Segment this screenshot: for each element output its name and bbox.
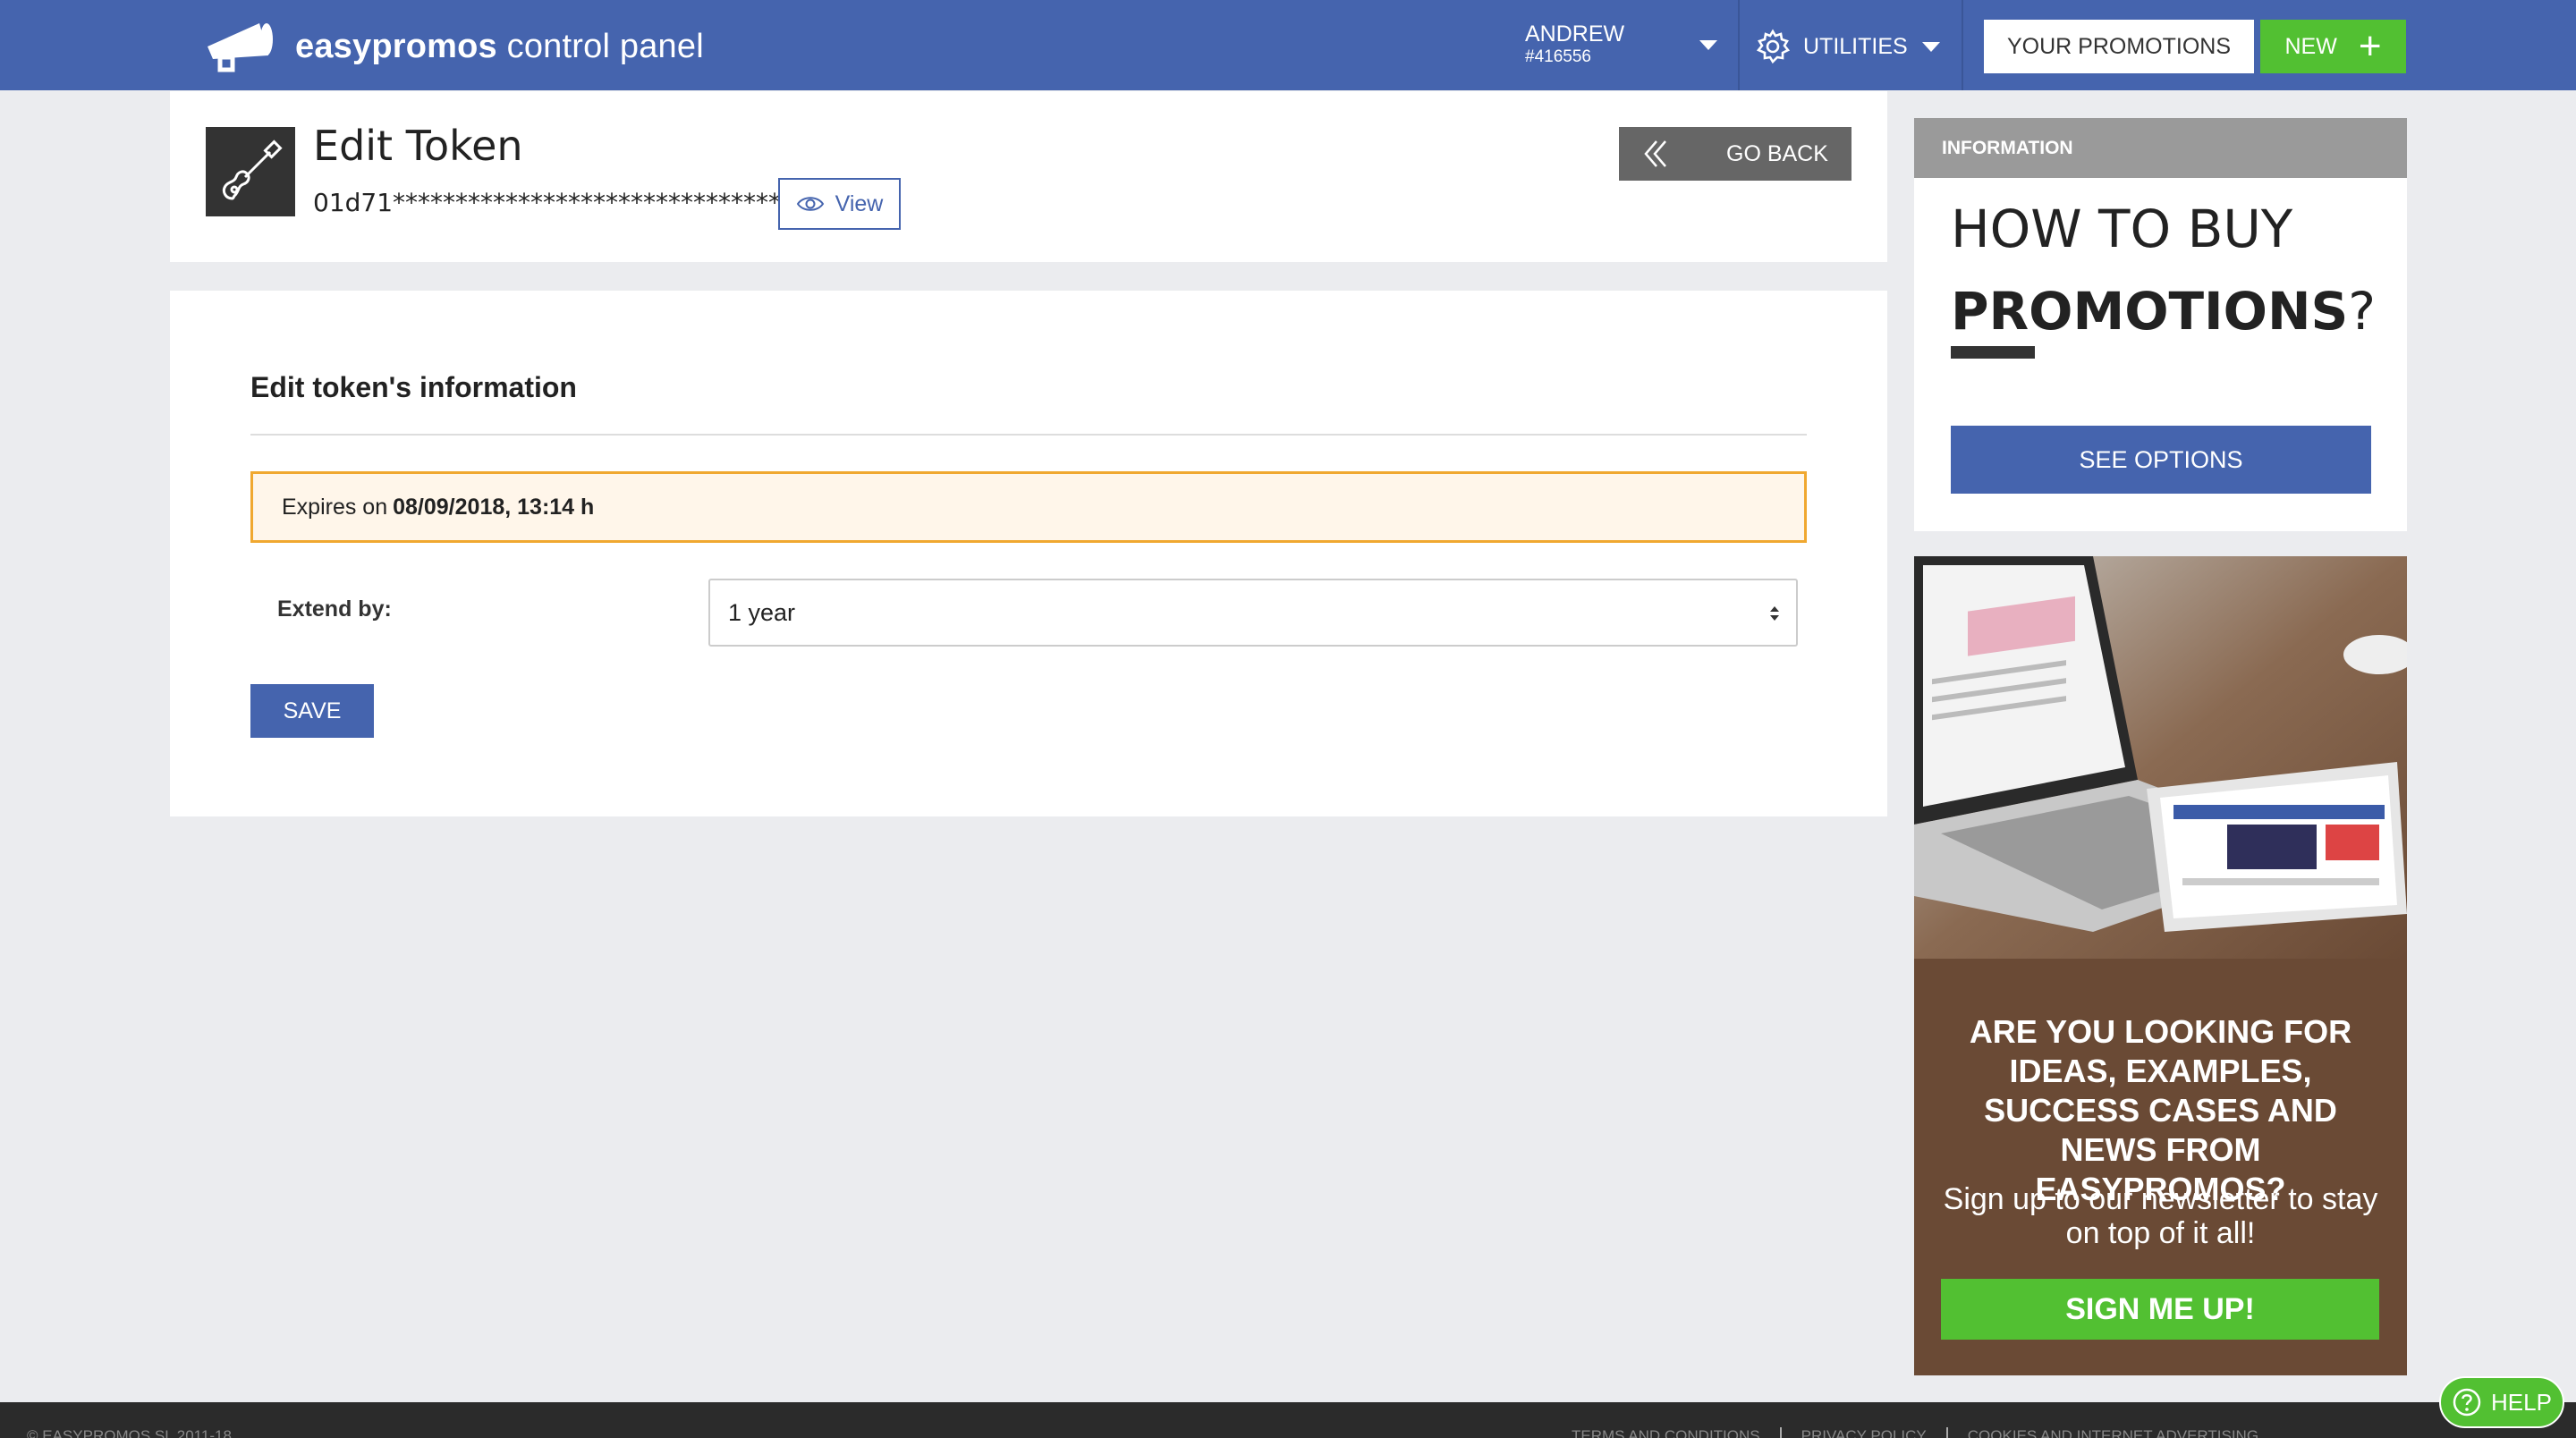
- token-value: 01d71*******************************: [313, 188, 782, 217]
- footer-copyright: © EASYPROMOS SL 2011-18: [27, 1427, 232, 1438]
- form-divider: [250, 434, 1807, 436]
- double-chevron-left-icon: [1644, 140, 1666, 167]
- footer-link-cookies[interactable]: COOKIES AND INTERNET ADVERTISING: [1945, 1427, 2278, 1438]
- gear-icon: [1756, 29, 1791, 64]
- page-title: Edit Token: [313, 122, 523, 170]
- caret-down-icon[interactable]: [1699, 40, 1717, 50]
- help-circle-icon: [2453, 1388, 2481, 1417]
- laptop-tablet-image: [1914, 556, 2407, 959]
- nav-divider: [1738, 0, 1740, 90]
- guitar-icon: [206, 127, 295, 216]
- token-header-card: Edit Token 01d71************************…: [170, 91, 1887, 262]
- top-navigation-bar: easypromos control panel ANDREW #416556 …: [0, 0, 2576, 90]
- footer-link-terms[interactable]: TERMS AND CONDITIONS: [1552, 1427, 1780, 1438]
- view-label: View: [835, 190, 884, 216]
- new-label: NEW: [2284, 33, 2337, 59]
- user-id: #416556: [1525, 47, 1591, 66]
- newsletter-promo-card: ARE YOU LOOKING FOR IDEAS, EXAMPLES, SUC…: [1914, 556, 2407, 1375]
- edit-token-form-card: Edit token's information Expires on 08/0…: [170, 291, 1887, 816]
- promo-subtext: Sign up to our newsletter to stay on top…: [1943, 1182, 2378, 1250]
- help-label: HELP: [2491, 1388, 2552, 1416]
- information-card: INFORMATION HOW TO BUY PROMOTIONS? SEE O…: [1914, 118, 2407, 531]
- sign-me-up-button[interactable]: SIGN ME UP!: [1941, 1279, 2379, 1340]
- plus-icon: +: [2358, 24, 2382, 68]
- information-header: INFORMATION: [1914, 118, 2407, 178]
- new-promotion-button[interactable]: NEW +: [2260, 20, 2406, 73]
- see-options-button[interactable]: SEE OPTIONS: [1951, 426, 2371, 494]
- help-button[interactable]: HELP: [2439, 1376, 2564, 1428]
- megaphone-icon: [208, 23, 273, 72]
- go-back-label: GO BACK: [1726, 140, 1828, 166]
- brand-text: easypromos control panel: [295, 27, 704, 65]
- extend-by-selected-value: 1 year: [728, 598, 796, 626]
- user-name: ANDREW: [1525, 21, 1625, 47]
- view-token-button[interactable]: View: [778, 178, 901, 230]
- nav-divider: [1962, 0, 1963, 90]
- extend-by-select[interactable]: 1 year: [708, 579, 1798, 647]
- expiry-prefix: Expires on: [282, 494, 388, 520]
- info-title-line2: PROMOTIONS?: [1951, 281, 2377, 342]
- save-button[interactable]: SAVE: [250, 684, 374, 738]
- go-back-button[interactable]: GO BACK: [1619, 127, 1852, 181]
- user-menu[interactable]: ANDREW #416556: [1525, 21, 1624, 68]
- expiry-date: 08/09/2018, 13:14 h: [393, 494, 595, 520]
- footer-link-privacy[interactable]: PRIVACY POLICY: [1779, 1427, 1946, 1438]
- your-promotions-button[interactable]: YOUR PROMOTIONS: [1984, 20, 2254, 73]
- footer: © EASYPROMOS SL 2011-18 TERMS AND CONDIT…: [0, 1402, 2576, 1438]
- extend-by-label: Extend by:: [277, 596, 392, 622]
- expiry-notice: Expires on 08/09/2018, 13:14 h: [250, 471, 1807, 543]
- info-title-line1: HOW TO BUY: [1951, 199, 2293, 259]
- footer-links: TERMS AND CONDITIONS PRIVACY POLICY COOK…: [1552, 1427, 2278, 1438]
- form-title: Edit token's information: [250, 371, 577, 403]
- brand[interactable]: easypromos control panel: [204, 20, 704, 73]
- utilities-label: UTILITIES: [1803, 33, 1908, 59]
- promo-heading: ARE YOU LOOKING FOR IDEAS, EXAMPLES, SUC…: [1969, 1013, 2352, 1207]
- title-underline: [1951, 346, 2035, 359]
- eye-icon: [796, 197, 824, 211]
- select-arrows-icon: [1770, 606, 1779, 621]
- utilities-menu[interactable]: UTILITIES: [1755, 27, 1940, 66]
- caret-down-icon: [1921, 41, 1940, 52]
